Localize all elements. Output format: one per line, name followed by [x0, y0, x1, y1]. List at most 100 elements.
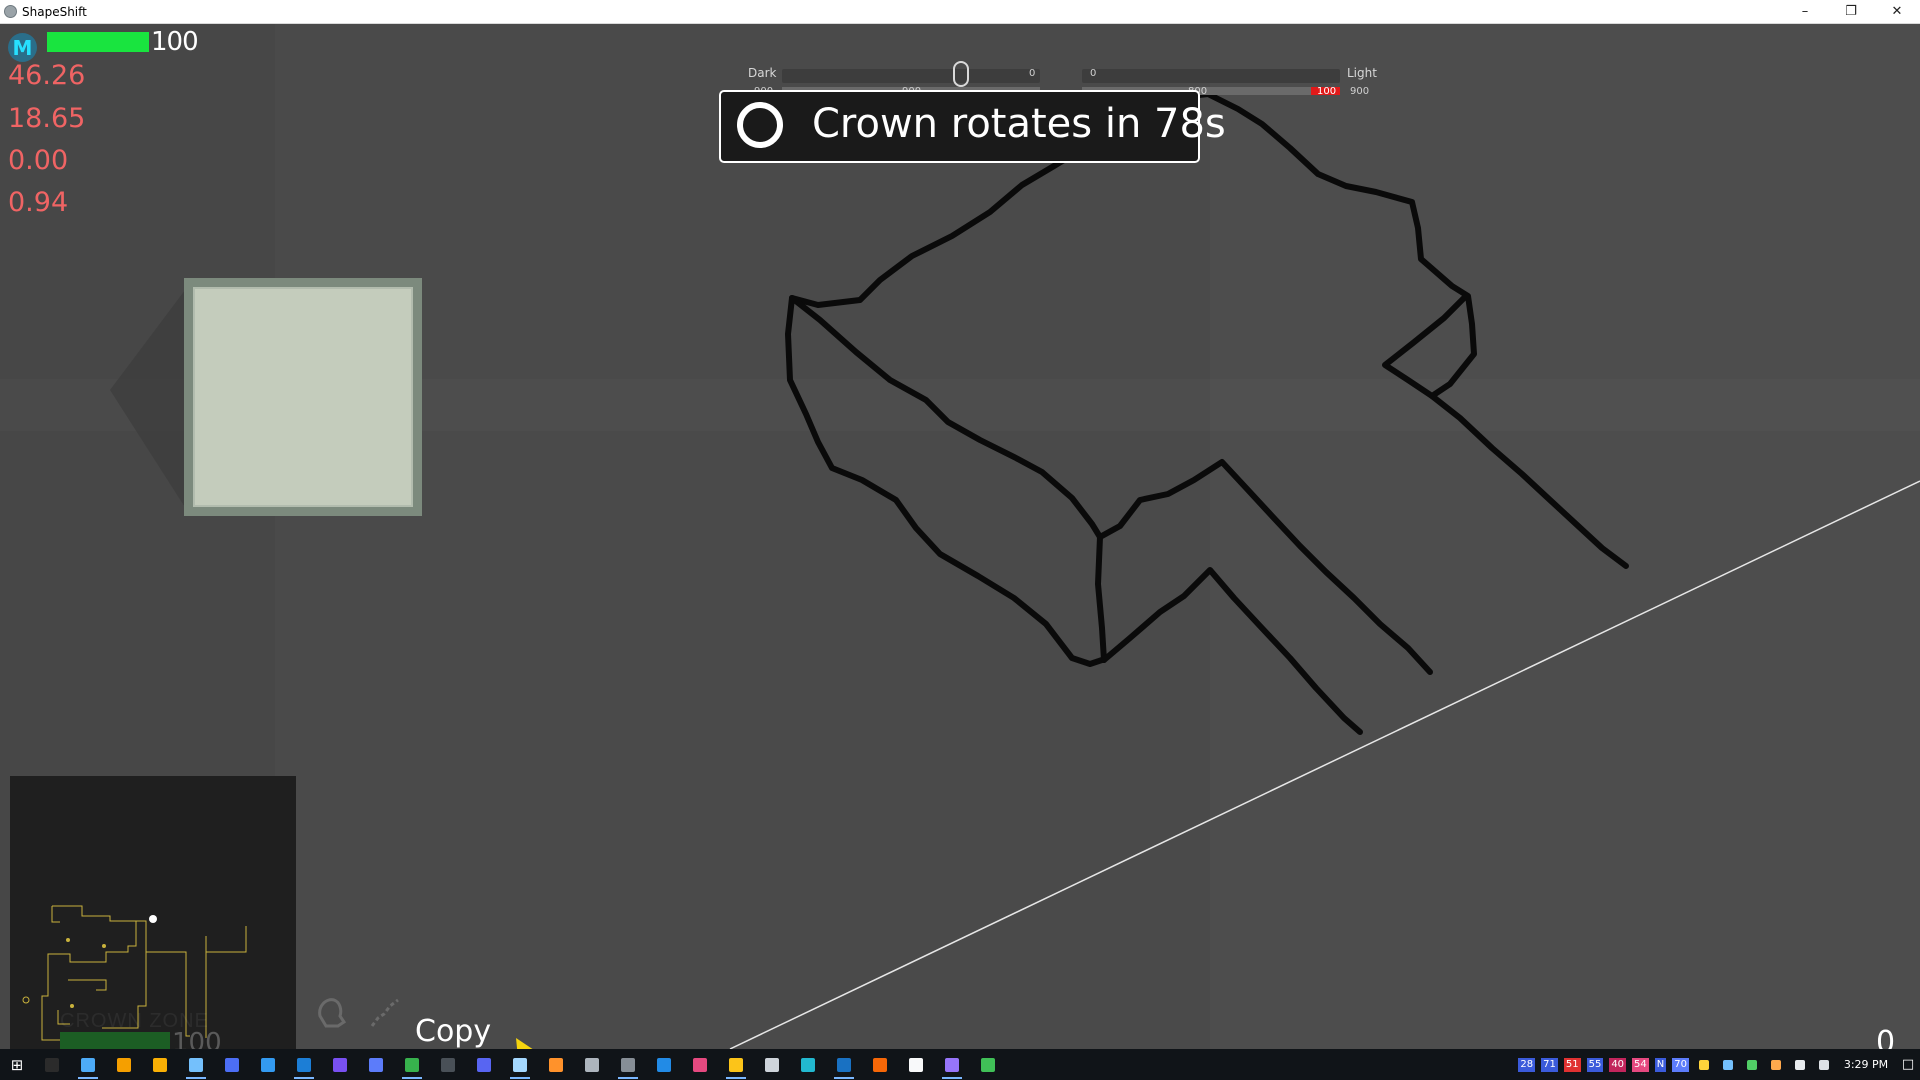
tray-badge[interactable]: 54: [1632, 1057, 1649, 1072]
minimize-icon[interactable]: –: [1782, 0, 1828, 23]
chrome-canary-icon[interactable]: [718, 1049, 754, 1080]
edge-icon-glyph: [261, 1057, 275, 1072]
running-indicator: [510, 1077, 530, 1079]
draw-icon[interactable]: [366, 992, 406, 1032]
slider-track-left[interactable]: [782, 69, 1040, 83]
sketch-stroke: [789, 295, 1103, 540]
tray-badge[interactable]: 55: [1586, 1057, 1604, 1072]
firefox-icon[interactable]: [538, 1049, 574, 1080]
slider-knob[interactable]: [953, 61, 969, 87]
remote-desktop-icon-glyph: [837, 1057, 851, 1072]
paint-icon[interactable]: [682, 1049, 718, 1080]
running-indicator: [618, 1077, 638, 1079]
tool-icon[interactable]: [754, 1049, 790, 1080]
sketch-stroke: [1429, 393, 1629, 569]
close-icon[interactable]: ✕: [1874, 0, 1920, 23]
visual-studio-preview-icon[interactable]: [934, 1049, 970, 1080]
tray-badge[interactable]: 28: [1518, 1057, 1536, 1072]
copy-action-label[interactable]: Copy: [415, 1014, 491, 1049]
windows-start-icon[interactable]: ⊞: [0, 1049, 34, 1080]
stamp-icon[interactable]: [312, 992, 352, 1032]
crown-timer-text: Crown rotates in 78s: [812, 101, 1226, 147]
restore-icon[interactable]: ❐: [1828, 0, 1874, 23]
sketch-stroke: [1095, 534, 1107, 663]
tray-icon[interactable]: [1764, 1049, 1788, 1080]
taskbar-clock[interactable]: 3:29 PM: [1836, 1058, 1896, 1071]
stat-value: 46.26: [8, 60, 86, 91]
firefox-icon-glyph: [549, 1057, 563, 1072]
tray-icon[interactable]: [1716, 1049, 1740, 1080]
app-icon-glyph: [621, 1057, 635, 1072]
browser-icon[interactable]: [502, 1049, 538, 1080]
running-indicator: [942, 1077, 962, 1079]
sketch-stroke: [1097, 459, 1433, 675]
slider-left-value: 0: [1029, 68, 1036, 79]
health-bar-fill: [47, 32, 149, 52]
browser-icon-glyph: [513, 1057, 527, 1072]
houdini-icon[interactable]: [394, 1049, 430, 1080]
stat-value: 0.00: [8, 145, 69, 176]
network-icon[interactable]: [1812, 1049, 1836, 1080]
app-icon[interactable]: [610, 1049, 646, 1080]
tray-badge[interactable]: 71: [1541, 1057, 1558, 1072]
tray-icon[interactable]: [1740, 1049, 1764, 1080]
taskbar-apps: [34, 1049, 1006, 1080]
running-indicator: [186, 1077, 206, 1079]
notifications-icon[interactable]: □: [1896, 1049, 1920, 1080]
minimap-marker: [70, 1004, 74, 1008]
circle-icon-glyph: [981, 1057, 995, 1072]
terminal-icon[interactable]: [430, 1049, 466, 1080]
remote-desktop-icon[interactable]: [826, 1049, 862, 1080]
running-indicator: [294, 1077, 314, 1079]
running-indicator: [726, 1077, 746, 1079]
file-explorer-icon[interactable]: [106, 1049, 142, 1080]
file-explorer-icon-glyph: [117, 1057, 131, 1072]
minimap[interactable]: CROWN ZONE 100: [10, 776, 296, 1049]
circle-icon[interactable]: [970, 1049, 1006, 1080]
steam-icon[interactable]: [286, 1049, 322, 1080]
visual-studio-icon[interactable]: [322, 1049, 358, 1080]
tray-badge[interactable]: N: [1654, 1057, 1667, 1072]
tray-icon[interactable]: [1692, 1049, 1716, 1080]
minimap-paths: [22, 905, 247, 1041]
slider-sub-value-red: 100: [1317, 86, 1337, 97]
tray-badges: 28 71 51 55 40 54 N 70: [1515, 1057, 1692, 1072]
chrome-canary-icon-glyph: [729, 1057, 743, 1072]
stat-value: 0.94: [8, 187, 69, 218]
task-view-icon[interactable]: [34, 1049, 70, 1080]
edge-icon[interactable]: [250, 1049, 286, 1080]
vs-code-insiders-icon[interactable]: [790, 1049, 826, 1080]
dark-light-slider[interactable]: Dark 0 0 Light 900 900 800 100 900: [740, 44, 1377, 97]
sketch-stroke: [1101, 567, 1363, 735]
up-arrow-icon[interactable]: [898, 1049, 934, 1080]
slider-track-right[interactable]: [1082, 69, 1340, 83]
notepad-icon[interactable]: [178, 1049, 214, 1080]
slider-sub-value: 900: [1350, 86, 1370, 97]
chrome-icon[interactable]: [70, 1049, 106, 1080]
volume-icon[interactable]: [1788, 1049, 1812, 1080]
steam-icon-glyph: [297, 1057, 311, 1072]
media-icon[interactable]: [142, 1049, 178, 1080]
photoshop-icon[interactable]: [646, 1049, 682, 1080]
tray-badge[interactable]: 70: [1672, 1057, 1689, 1072]
tray-badge[interactable]: 51: [1563, 1057, 1581, 1072]
tray-badge[interactable]: 40: [1609, 1057, 1627, 1072]
drawn-crown-shape: [785, 91, 1629, 735]
shape-block[interactable]: [184, 278, 422, 516]
git-icon[interactable]: [862, 1049, 898, 1080]
ground-line: [729, 480, 1920, 1049]
photoshop-icon-glyph: [657, 1057, 671, 1072]
game-viewport[interactable]: Dark 0 0 Light 900 900 800 100 900 Crown…: [0, 24, 1920, 1049]
documents-icon-glyph: [225, 1057, 239, 1072]
stat-value: 18.65: [8, 103, 86, 134]
minimap-health-value: 100: [172, 1028, 222, 1049]
documents-icon[interactable]: [214, 1049, 250, 1080]
health-bar: [47, 32, 149, 52]
ring-icon: [737, 102, 783, 148]
discord-icon[interactable]: [466, 1049, 502, 1080]
vs-code-icon[interactable]: [358, 1049, 394, 1080]
minimap-marker: [66, 938, 70, 942]
paint-icon-glyph: [693, 1057, 707, 1072]
vs-code-insiders-icon-glyph: [801, 1057, 815, 1072]
settings-icon[interactable]: [574, 1049, 610, 1080]
